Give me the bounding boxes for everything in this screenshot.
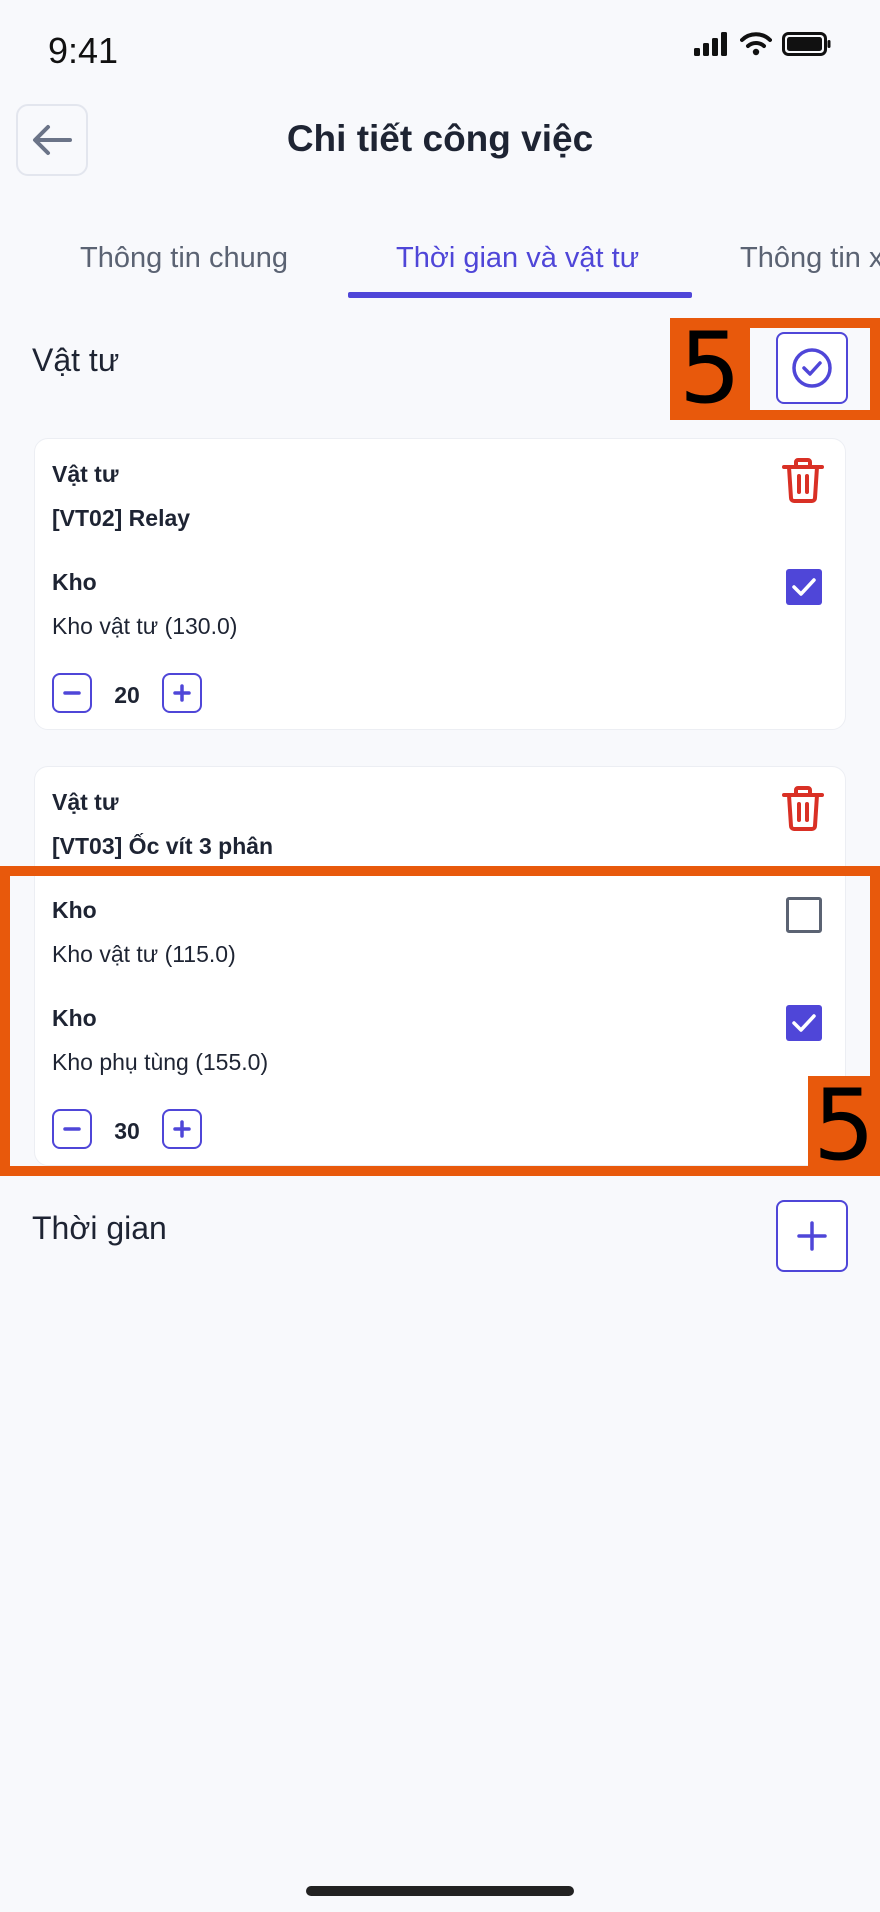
confirm-materials-button[interactable] — [776, 332, 848, 404]
increase-quantity-button[interactable] — [162, 1109, 202, 1149]
material-value: [VT03] Ốc vít 3 phân — [52, 833, 274, 859]
warehouse-value: Kho phụ tùng (155.0) — [52, 1049, 269, 1075]
add-time-button[interactable] — [776, 1200, 848, 1272]
warehouse-checkbox[interactable] — [786, 1005, 822, 1041]
minus-icon — [63, 1127, 81, 1131]
signal-icon — [694, 32, 727, 56]
tab-time-materials[interactable]: Thời gian và vật tư — [396, 242, 639, 275]
delete-material-button[interactable] — [780, 784, 826, 837]
tab-general-info[interactable]: Thông tin chung — [80, 242, 288, 275]
increase-quantity-button[interactable] — [162, 673, 202, 713]
warehouse-label: Kho — [52, 569, 97, 595]
material-card — [34, 438, 846, 730]
material-label: Vật tư — [52, 461, 119, 487]
trash-icon — [782, 458, 824, 503]
annotation-label: 5 — [808, 1076, 880, 1176]
material-value: [VT02] Relay — [52, 505, 191, 531]
delete-material-button[interactable] — [780, 456, 826, 509]
page-title: Chi tiết công việc — [286, 118, 594, 159]
decrease-quantity-button[interactable] — [52, 673, 92, 713]
status-icons — [694, 32, 832, 56]
battery-icon — [782, 32, 831, 56]
warehouse-checkbox[interactable] — [786, 897, 822, 933]
plus-icon — [173, 1120, 191, 1138]
quantity-value[interactable]: 20 — [102, 682, 152, 709]
warehouse-value: Kho vật tư (115.0) — [52, 941, 236, 967]
minus-icon — [63, 691, 81, 695]
time-section-title: Thời gian — [32, 1210, 167, 1246]
materials-section-title: Vật tư — [32, 342, 120, 378]
home-indicator — [306, 1886, 574, 1896]
decrease-quantity-button[interactable] — [52, 1109, 92, 1149]
quantity-value[interactable]: 30 — [102, 1118, 152, 1145]
warehouse-label: Kho — [52, 897, 97, 923]
check-circle-icon — [792, 348, 832, 388]
wifi-icon — [740, 32, 772, 56]
annotation-label: 5 — [670, 318, 750, 420]
tab-more-info[interactable]: Thông tin x — [740, 242, 880, 275]
material-label: Vật tư — [52, 789, 119, 815]
checkmark-icon — [792, 578, 816, 596]
plus-icon — [797, 1221, 827, 1251]
status-time: 9:41 — [48, 30, 119, 71]
warehouse-label: Kho — [52, 1005, 97, 1031]
trash-icon — [782, 786, 824, 831]
plus-icon — [173, 684, 191, 702]
warehouse-value: Kho vật tư (130.0) — [52, 613, 238, 639]
active-tab-indicator — [348, 292, 692, 298]
checkmark-icon — [792, 1014, 816, 1032]
warehouse-checkbox[interactable] — [786, 569, 822, 605]
